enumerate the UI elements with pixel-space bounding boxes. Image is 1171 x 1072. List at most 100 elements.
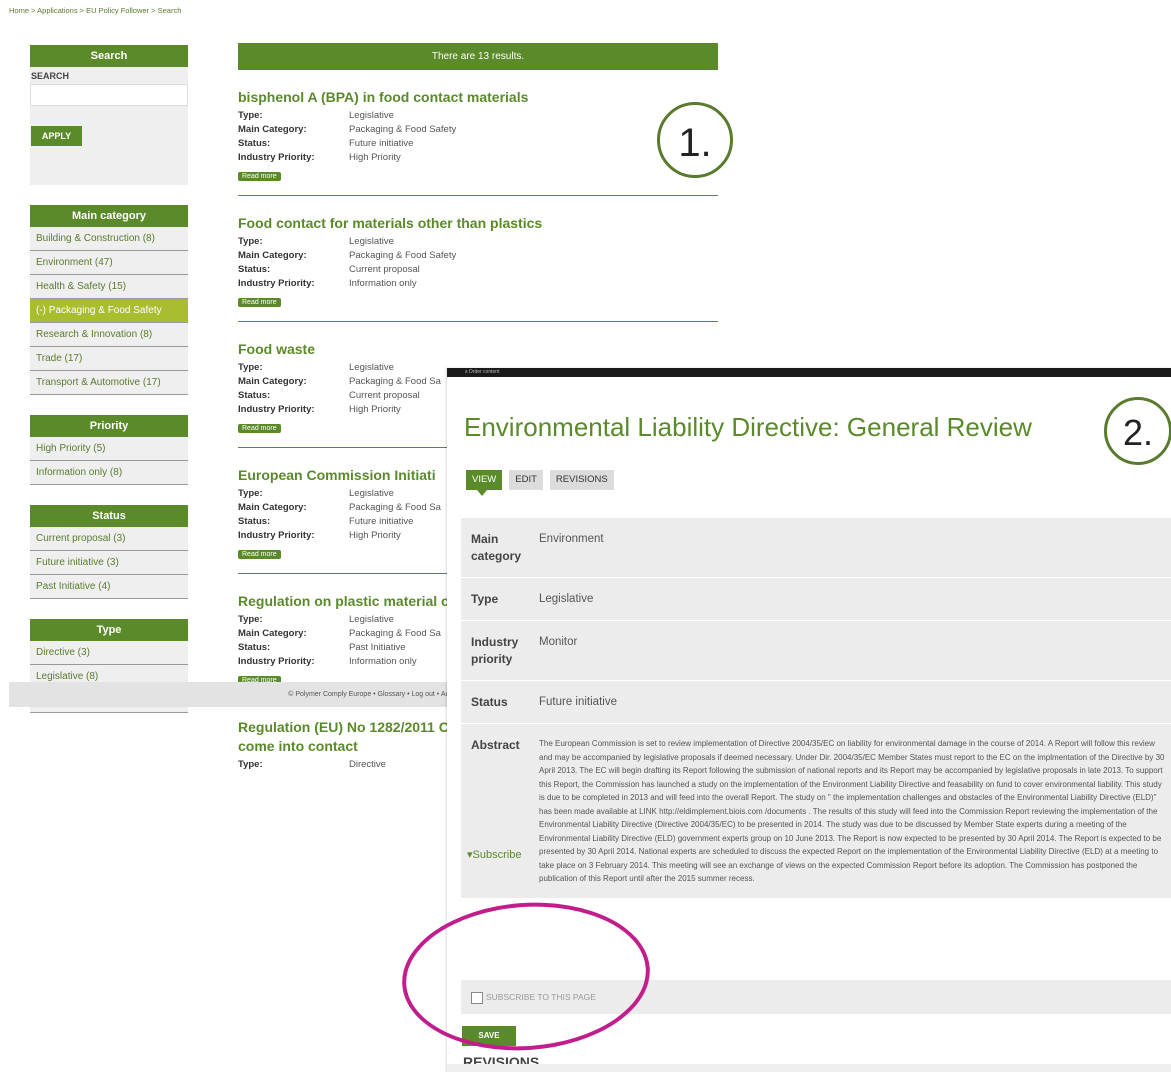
read-more-button[interactable]: Read more [238,172,281,181]
facet-item-future-initiative[interactable]: Future initiative (3) [30,551,188,575]
status-label: Status: [238,264,271,275]
status-label: Status: [238,516,271,527]
category-value: Packaging & Food Safety [349,124,457,135]
facet-item-research[interactable]: Research & Innovation (8) [30,323,188,347]
result-item: bisphenol A (BPA) in food contact materi… [238,70,718,196]
search-block: SEARCH APPLY [30,67,188,185]
priority-label: Industry Priority: [238,656,315,667]
footer: © Polymer Comply Europe • Glossary • Log… [9,682,459,707]
result-item: Food contact for materials other than pl… [238,196,718,322]
status-value: Current proposal [349,264,420,275]
result-title[interactable]: bisphenol A (BPA) in food contact materi… [238,88,718,107]
type-value: Legislative [349,362,394,373]
facet-item-directive[interactable]: Directive (3) [30,641,188,665]
detail-fields: Main category Environment Type Legislati… [461,518,1171,899]
category-label: Main Category: [238,628,307,639]
bottom-bar [447,1064,1171,1072]
type-label: Type: [238,362,263,373]
field-row: Main category Environment [461,518,1171,578]
field-row: Type Legislative [461,578,1171,621]
type-value: Legislative [349,614,394,625]
priority-value: High Priority [349,530,401,541]
field-value: Future initiative [539,696,617,708]
field-value: Environment [539,533,604,545]
type-heading: Type [30,619,188,641]
category-label: Main Category: [238,250,307,261]
main-category-facet: Building & Construction (8) Environment … [30,227,188,395]
field-row: Industry priority Monitor [461,621,1171,681]
type-label: Type: [238,759,263,770]
type-label: Type: [238,236,263,247]
read-more-button[interactable]: Read more [238,550,281,559]
search-heading: Search [30,45,188,67]
type-value: Legislative [349,236,394,247]
type-value: Legislative [349,110,394,121]
annotation-circle-2: 2. [1104,397,1171,465]
facet-item-packaging-active[interactable]: (-) Packaging & Food Safety [30,299,188,323]
priority-value: Information only [349,656,417,667]
category-label: Main Category: [238,376,307,387]
status-value: Future initiative [349,138,414,149]
field-key: Industry priority [471,635,519,666]
priority-label: Industry Priority: [238,404,315,415]
facet-item-information-only[interactable]: Information only (8) [30,461,188,485]
facet-item-building[interactable]: Building & Construction (8) [30,227,188,251]
facet-item-transport[interactable]: Transport & Automotive (17) [30,371,188,395]
facet-item-past-initiative[interactable]: Past Initiative (4) [30,575,188,599]
category-label: Main Category: [238,124,307,135]
facet-item-health[interactable]: Health & Safety (15) [30,275,188,299]
type-value: Directive [349,759,386,770]
category-value: Packaging & Food Sa [349,628,441,639]
priority-value: High Priority [349,404,401,415]
sidebar: Search SEARCH APPLY Main category Buildi… [30,45,188,713]
status-label: Status: [238,390,271,401]
priority-label: Industry Priority: [238,278,315,289]
search-label: SEARCH [31,71,70,81]
status-label: Status: [238,642,271,653]
category-label: Main Category: [238,502,307,513]
tab-view[interactable]: VIEW [466,470,503,496]
status-value: Past Initiative [349,642,406,653]
field-key: Type [471,592,499,606]
tab-edit[interactable]: EDIT [509,470,543,490]
status-label: Status: [238,138,271,149]
field-value: Monitor [539,636,578,648]
annotation-circle-1: 1. [657,102,733,178]
results-count: There are 13 results. [238,43,718,70]
facet-item-environment[interactable]: Environment (47) [30,251,188,275]
field-row-abstract: Abstract The European Commission is set … [461,724,1171,899]
read-more-button[interactable]: Read more [238,424,281,433]
result-title[interactable]: Food contact for materials other than pl… [238,214,718,233]
subscribe-toggle[interactable]: ▾Subscribe [467,848,521,861]
facet-item-high-priority[interactable]: High Priority (5) [30,437,188,461]
facet-item-current-proposal[interactable]: Current proposal (3) [30,527,188,551]
abstract-text: The European Commission is set to review… [539,739,1165,883]
read-more-button[interactable]: Read more [238,298,281,307]
type-label: Type: [238,614,263,625]
priority-value: High Priority [349,152,401,163]
status-heading: Status [30,505,188,527]
result-title[interactable]: Food waste [238,340,718,359]
priority-label: Industry Priority: [238,152,315,163]
facet-item-trade[interactable]: Trade (17) [30,347,188,371]
priority-label: Industry Priority: [238,530,315,541]
breadcrumb[interactable]: Home > Applications > EU Policy Follower… [9,6,181,15]
category-value: Packaging & Food Sa [349,502,441,513]
priority-value: Information only [349,278,417,289]
type-value: Legislative [349,488,394,499]
search-input[interactable] [30,84,188,106]
type-label: Type: [238,110,263,121]
admin-toolbar[interactable]: s Order content [447,368,1171,377]
category-value: Packaging & Food Safety [349,250,457,261]
field-key: Status [471,695,508,709]
page-title: Environmental Liability Directive: Gener… [464,412,1032,442]
priority-heading: Priority [30,415,188,437]
priority-facet: High Priority (5) Information only (8) [30,437,188,485]
type-label: Type: [238,488,263,499]
field-row: Status Future initiative [461,681,1171,724]
tab-revisions[interactable]: REVISIONS [549,470,614,490]
field-value: Legislative [539,593,594,605]
apply-button[interactable]: APPLY [31,126,82,146]
status-value: Future initiative [349,516,414,527]
tabs: VIEW EDIT REVISIONS [466,470,614,496]
